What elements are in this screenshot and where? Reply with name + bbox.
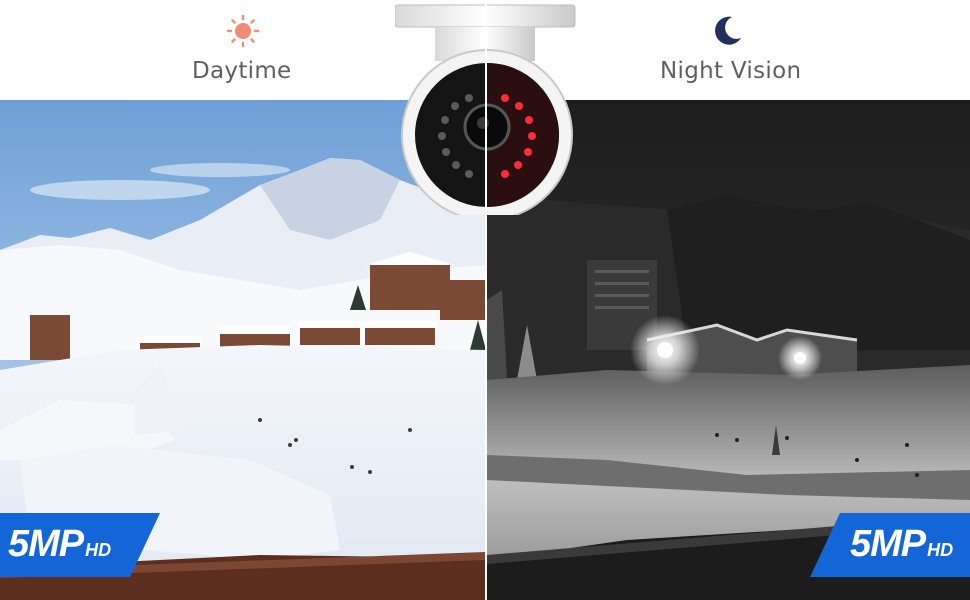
night-vision-label: Night Vision: [660, 58, 802, 84]
moon-icon: [715, 16, 741, 45]
resolution-badge-left: 5MP HD: [0, 513, 160, 577]
security-camera: [395, 0, 576, 215]
badge-resolution-text: 5MP: [8, 523, 84, 565]
daytime-label: Daytime: [192, 58, 292, 84]
resolution-badge-right: 5MP HD: [810, 513, 970, 577]
badge-hd-text: HD: [927, 540, 954, 560]
badge-resolution-text: 5MP: [850, 523, 926, 565]
sun-icon: [226, 14, 260, 48]
badge-hd-text: HD: [85, 540, 112, 560]
